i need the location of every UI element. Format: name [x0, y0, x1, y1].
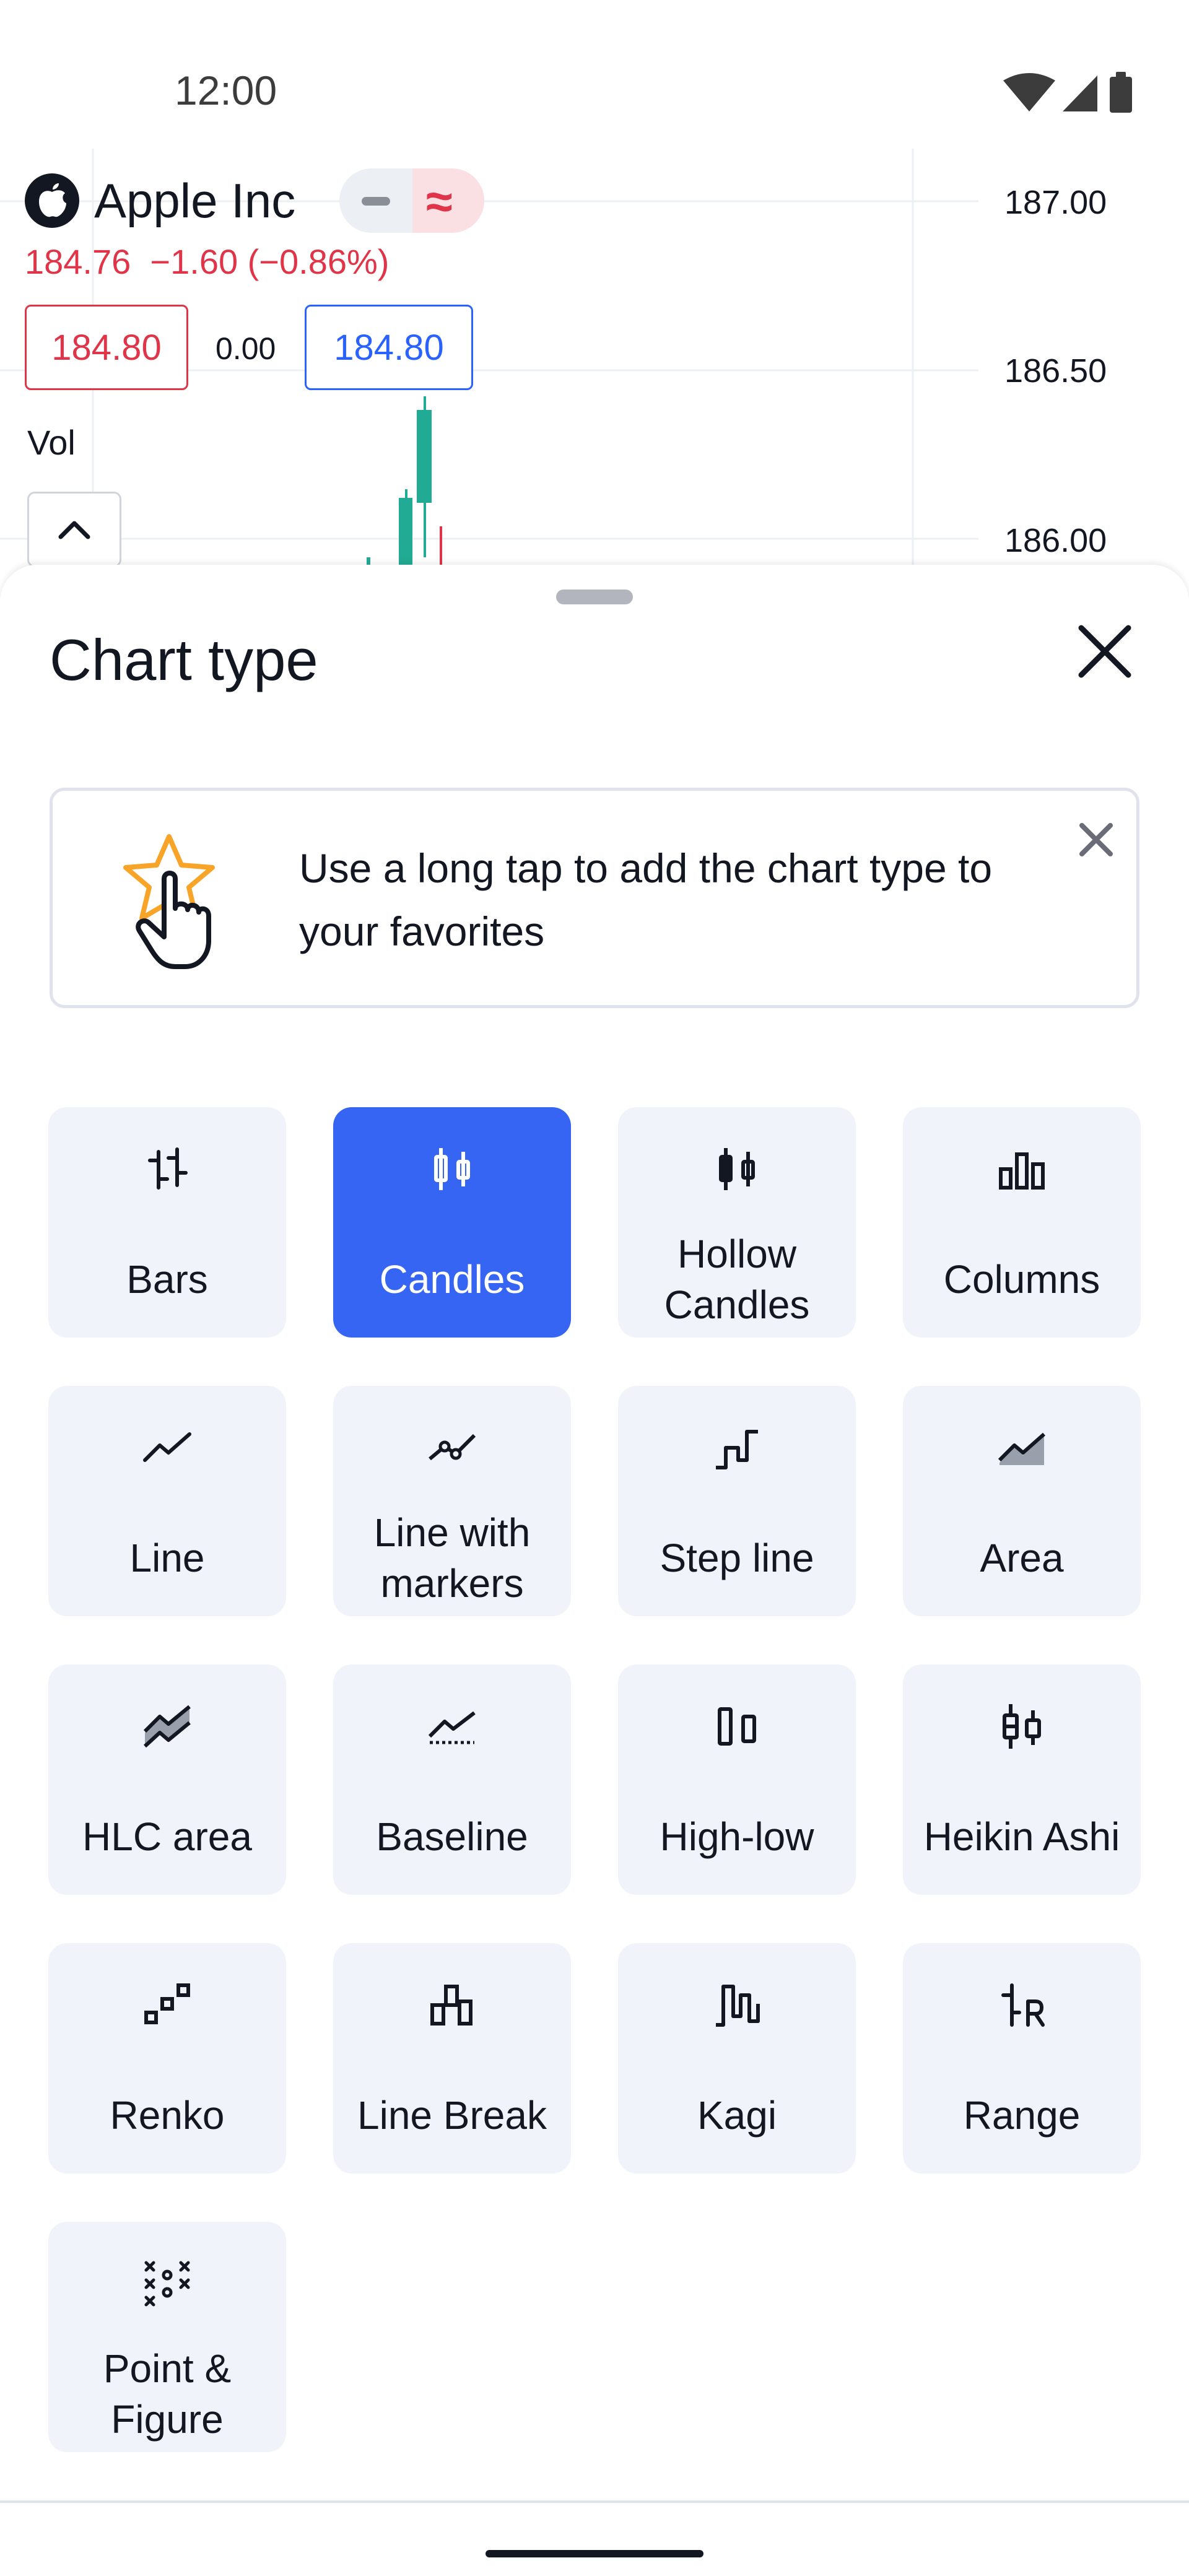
chart-type-columns[interactable]: Columns [903, 1107, 1141, 1338]
spread-value: 0.00 [216, 331, 276, 366]
status-time: 12:00 [175, 67, 277, 113]
status-icons [1003, 72, 1132, 113]
heikin-ashi-icon [1003, 1704, 1041, 1749]
chart-type-label: Point & Figure [103, 2346, 232, 2442]
chart-type-hlc-area[interactable]: HLC area [48, 1664, 286, 1895]
price-axis-label: 186.00 [1004, 522, 1107, 559]
wave-icon: ≈ [426, 174, 453, 228]
signal-icon [1063, 76, 1097, 111]
hollow-candles-icon [719, 1148, 755, 1190]
chart-type-label: Range [963, 2093, 1081, 2138]
battery-icon [1110, 77, 1132, 113]
kagi-icon [716, 1985, 760, 2027]
star-tap-icon [123, 834, 215, 969]
buy-button[interactable]: 184.80 [305, 305, 473, 390]
chart-type-label: Bars [126, 1257, 208, 1302]
chart-type-high-low[interactable]: High-low [618, 1664, 856, 1895]
symbol-header[interactable]: Apple Inc [25, 171, 295, 230]
chart-type-line-with-markers[interactable]: Line with markers [333, 1386, 571, 1616]
range-icon [1001, 1983, 1045, 2027]
sheet-drag-handle[interactable] [556, 590, 633, 604]
chart-type-label: Area [980, 1536, 1064, 1580]
chart-type-label: Heikin Ashi [923, 1814, 1120, 1859]
chart-type-line[interactable]: Line [48, 1386, 286, 1616]
hint-text: Use a long tap to add the chart type to … [299, 845, 993, 954]
close-icon [1078, 625, 1131, 678]
wifi-icon [1003, 73, 1055, 111]
point-figure-icon [144, 2261, 190, 2307]
sheet-title: Chart type [50, 627, 318, 692]
gesture-home-bar[interactable] [486, 2550, 703, 2557]
volume-label: Vol [27, 423, 76, 462]
chart-type-label: Candles [379, 1257, 525, 1302]
sell-button[interactable]: 184.80 [25, 305, 188, 390]
chart-type-area[interactable]: Area [903, 1386, 1141, 1616]
apple-logo-icon [25, 173, 79, 228]
market-status-pill[interactable]: ≈ [339, 168, 484, 233]
chart-type-label: Kagi [697, 2093, 777, 2138]
renko-icon [144, 1983, 190, 2024]
dismiss-hint-button[interactable] [1068, 812, 1124, 868]
chart-type-range[interactable]: Range [903, 1943, 1141, 2174]
chevron-up-icon [58, 521, 90, 539]
candle-up [417, 410, 432, 503]
close-button[interactable] [1066, 613, 1143, 690]
bars-icon [148, 1147, 188, 1190]
chart-type-candles[interactable]: Candles [333, 1107, 571, 1338]
columns-icon [999, 1152, 1045, 1190]
chart-type-label: Hollow Candles [664, 1232, 810, 1327]
chart-type-line-break[interactable]: Line Break [333, 1943, 571, 2174]
chart-type-baseline[interactable]: Baseline [333, 1664, 571, 1895]
hlc-area-icon [143, 1705, 191, 1748]
collapse-button[interactable] [27, 492, 121, 567]
area-icon [998, 1432, 1045, 1465]
chart-type-label: HLC area [82, 1814, 252, 1859]
chart-type-renko[interactable]: Renko [48, 1943, 286, 2174]
favorites-hint: Use a long tap to add the chart type to … [50, 788, 1139, 1008]
chart-type-label: Renko [110, 2093, 225, 2138]
chart-type-heikin-ashi[interactable]: Heikin Ashi [903, 1664, 1141, 1895]
line-icon [143, 1432, 191, 1462]
step-line-icon [716, 1430, 758, 1469]
quote-line: 184.76 −1.60 (−0.86%) [25, 242, 389, 282]
baseline-icon [428, 1711, 476, 1744]
line-break-icon [430, 1985, 473, 2026]
chart-type-point-figure[interactable]: Point & Figure [48, 2222, 286, 2452]
chart-type-bars[interactable]: Bars [48, 1107, 286, 1338]
chart-type-label: Columns [943, 1257, 1100, 1302]
chart-type-label: Step line [660, 1536, 814, 1580]
candles-icon [434, 1148, 470, 1190]
price-axis-label: 187.00 [1004, 184, 1107, 221]
chart-type-step-line[interactable]: Step line [618, 1386, 856, 1616]
high-low-icon [718, 1707, 756, 1746]
dash-icon [362, 197, 390, 206]
chart-type-label: High-low [660, 1814, 814, 1859]
price-axis-label: 186.50 [1004, 352, 1107, 389]
chart-type-hollow-candles[interactable]: Hollow Candles [618, 1107, 856, 1338]
symbol-name: Apple Inc [94, 173, 296, 228]
chart-type-kagi[interactable]: Kagi [618, 1943, 856, 2174]
price-change: −1.60 (−0.86%) [150, 242, 390, 281]
last-price: 184.76 [25, 242, 131, 281]
close-icon [1079, 823, 1113, 856]
chart-type-label: Line [129, 1536, 205, 1580]
chart-type-label: Line Break [357, 2093, 547, 2138]
chart-type-label: Baseline [376, 1814, 528, 1859]
line-markers-icon [429, 1434, 476, 1461]
chart-type-label: Line with markers [373, 1510, 531, 1606]
sheet-divider [0, 2500, 1189, 2503]
chart-type-sheet: Chart type Use a long tap to add the cha… [0, 565, 1189, 2576]
